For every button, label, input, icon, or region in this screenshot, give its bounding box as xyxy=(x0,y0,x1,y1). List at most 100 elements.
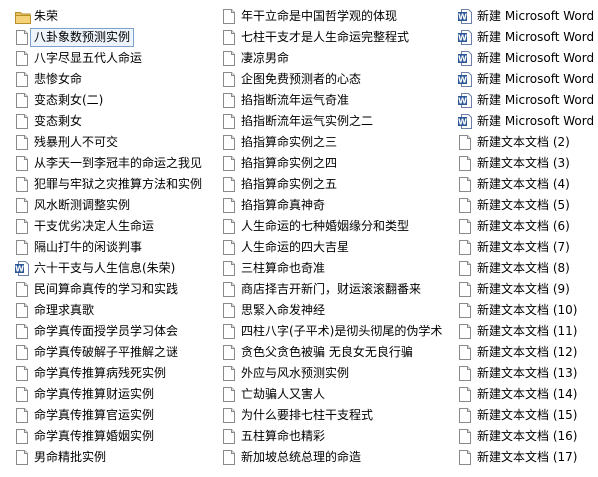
file-item[interactable]: 新建文本文档 (13) xyxy=(457,363,598,384)
file-item[interactable]: 新建文本文档 (3) xyxy=(457,153,598,174)
file-item[interactable]: 命学真传推算财运实例 xyxy=(14,384,219,405)
file-item[interactable]: 新建文本文档 (2) xyxy=(457,132,598,153)
file-item[interactable]: 新建文本文档 (10) xyxy=(457,300,598,321)
file-item[interactable]: 掐指算命真神奇 xyxy=(221,195,456,216)
text-file-icon xyxy=(222,387,236,402)
file-item[interactable]: 新建文本文档 (9) xyxy=(457,279,598,300)
file-item[interactable]: 新建文本文档 (11) xyxy=(457,321,598,342)
file-name: 新建文本文档 (16) xyxy=(477,429,578,443)
file-item[interactable]: 命学真传推算婚姻实例 xyxy=(14,426,219,447)
file-name: 新建文本文档 (6) xyxy=(477,219,570,233)
file-item[interactable]: W 新建 Microsoft Word xyxy=(457,48,598,69)
file-name: 新建 Microsoft Word xyxy=(477,114,595,128)
file-item[interactable]: 命学真传破解子平推解之谜 xyxy=(14,342,219,363)
file-item[interactable]: 八字尽显五代人命运 xyxy=(14,48,219,69)
file-item[interactable]: 人生命运的四大吉星 xyxy=(221,237,456,258)
file-item[interactable]: 从李天一到李冠丰的命运之我见 xyxy=(14,153,219,174)
text-file-icon xyxy=(15,198,29,213)
file-item[interactable]: W 新建 Microsoft Word xyxy=(457,90,598,111)
file-name: 掐指算命实例之三 xyxy=(241,135,338,149)
file-name: 隔山打牛的闲谈判事 xyxy=(34,240,143,254)
file-item[interactable]: 三柱算命也奇准 xyxy=(221,258,456,279)
file-item[interactable]: 亡劫骗人又害人 xyxy=(221,384,456,405)
file-name: 亡劫骗人又害人 xyxy=(241,387,326,401)
file-name: 新建文本文档 (2) xyxy=(477,135,570,149)
file-item[interactable]: 掐指算命实例之五 xyxy=(221,174,456,195)
file-item[interactable]: 为什么要排七柱干支程式 xyxy=(221,405,456,426)
file-item[interactable]: W 新建 Microsoft Word xyxy=(457,6,598,27)
file-name: 企图免费预测者的心态 xyxy=(241,72,362,86)
file-item[interactable]: 隔山打牛的闲谈判事 xyxy=(14,237,219,258)
file-item[interactable]: 命学真传推算官运实例 xyxy=(14,405,219,426)
file-name: 民间算命真传的学习和实践 xyxy=(34,282,179,296)
file-item[interactable]: 朱荣 xyxy=(14,6,219,27)
file-item[interactable]: 新建文本文档 (8) xyxy=(457,258,598,279)
file-item[interactable]: 犯罪与牢狱之灾推算方法和实例 xyxy=(14,174,219,195)
file-name: 掐指算命真神奇 xyxy=(241,198,326,212)
file-name: 五柱算命也精彩 xyxy=(241,429,326,443)
file-item[interactable]: 风水断测调整实例 xyxy=(14,195,219,216)
file-item[interactable]: 企图免费预测者的心态 xyxy=(221,69,456,90)
file-item[interactable]: 年干立命是中国哲学观的体现 xyxy=(221,6,456,27)
file-item[interactable]: 商店择吉开新门，财运滚滚翻番来 xyxy=(221,279,456,300)
text-file-icon xyxy=(458,219,472,234)
file-item[interactable]: 新建文本文档 (15) xyxy=(457,405,598,426)
file-item[interactable]: W 新建 Microsoft Word xyxy=(457,111,598,132)
text-file-icon xyxy=(222,408,236,423)
file-item[interactable]: 干支优劣决定人生命运 xyxy=(14,216,219,237)
file-item[interactable]: 残暴刑人不可交 xyxy=(14,132,219,153)
text-file-icon xyxy=(15,114,29,129)
file-item[interactable]: W 新建 Microsoft Word xyxy=(457,69,598,90)
file-item[interactable]: W 六十干支与人生信息(朱荣) xyxy=(14,258,219,279)
file-item[interactable]: 新建文本文档 (5) xyxy=(457,195,598,216)
text-file-icon xyxy=(222,135,236,150)
file-item[interactable]: 人生命运的七种婚姻缘分和类型 xyxy=(221,216,456,237)
file-item[interactable]: 五柱算命也精彩 xyxy=(221,426,456,447)
word-document-icon: W xyxy=(458,51,472,66)
file-name: 新建 Microsoft Word xyxy=(477,9,595,23)
file-item[interactable]: 掐指算命实例之四 xyxy=(221,153,456,174)
file-item[interactable]: 新建文本文档 (6) xyxy=(457,216,598,237)
svg-text:W: W xyxy=(458,118,467,127)
text-file-icon xyxy=(15,345,29,360)
file-name: 凄凉男命 xyxy=(241,51,290,65)
file-item[interactable]: 变态剩女(二) xyxy=(14,90,219,111)
folder-icon xyxy=(15,9,31,24)
file-item[interactable]: 新建文本文档 (4) xyxy=(457,174,598,195)
file-column-1: 朱荣 八卦象数预测实例 八字尽显五代人命运悲惨女命变态剩女(二) 变态剩女残暴刑人不可… xyxy=(14,6,219,468)
file-item[interactable]: W 新建 Microsoft Word xyxy=(457,27,598,48)
file-name: 商店择吉开新门，财运滚滚翻番来 xyxy=(241,282,422,296)
file-item[interactable]: 变态剩女 xyxy=(14,111,219,132)
file-column-3: W 新建 Microsoft Word W 新建 Microsoft Word W 新建 … xyxy=(457,6,598,468)
file-item[interactable]: 八卦象数预测实例 xyxy=(14,27,219,48)
file-item[interactable]: 新建文本文档 (12) xyxy=(457,342,598,363)
file-item[interactable]: 掐指算命实例之三 xyxy=(221,132,456,153)
file-item[interactable]: 新加坡总统总理的命造 xyxy=(221,447,456,468)
file-name: 干支优劣决定人生命运 xyxy=(34,219,155,233)
file-item[interactable]: 凄凉男命 xyxy=(221,48,456,69)
file-item[interactable]: 外应与风水预测实例 xyxy=(221,363,456,384)
text-file-icon xyxy=(15,72,29,87)
file-item[interactable]: 贪色父贪色被骗 无良女无良行骗 xyxy=(221,342,456,363)
file-item[interactable]: 男命精批实例 xyxy=(14,447,219,468)
file-item[interactable]: 新建文本文档 (7) xyxy=(457,237,598,258)
file-item[interactable]: 命学真传面授学员学习体会 xyxy=(14,321,219,342)
file-item[interactable]: 七柱干支才是人生命运完整程式 xyxy=(221,27,456,48)
file-item[interactable]: 命学真传推算病残死实例 xyxy=(14,363,219,384)
file-item[interactable]: 四柱八字(子平术)是彻头彻尾的伪学术 xyxy=(221,321,456,342)
file-name: 年干立命是中国哲学观的体现 xyxy=(241,9,398,23)
file-item[interactable]: 新建文本文档 (16) xyxy=(457,426,598,447)
file-item[interactable]: 悲惨女命 xyxy=(14,69,219,90)
file-item[interactable]: 新建文本文档 (17) xyxy=(457,447,598,468)
file-name: 残暴刑人不可交 xyxy=(34,135,119,149)
file-item[interactable]: 掐指断流年运气奇准 xyxy=(221,90,456,111)
file-name: 悲惨女命 xyxy=(34,72,83,86)
file-name: 新建文本文档 (3) xyxy=(477,156,570,170)
text-file-icon xyxy=(222,450,236,465)
file-item[interactable]: 命理求真歌 xyxy=(14,300,219,321)
file-item[interactable]: 思緊入命发神经 xyxy=(221,300,456,321)
file-item[interactable]: 民间算命真传的学习和实践 xyxy=(14,279,219,300)
file-item[interactable]: 新建文本文档 (14) xyxy=(457,384,598,405)
text-file-icon xyxy=(15,303,29,318)
file-item[interactable]: 掐指断流年运气实例之二 xyxy=(221,111,456,132)
